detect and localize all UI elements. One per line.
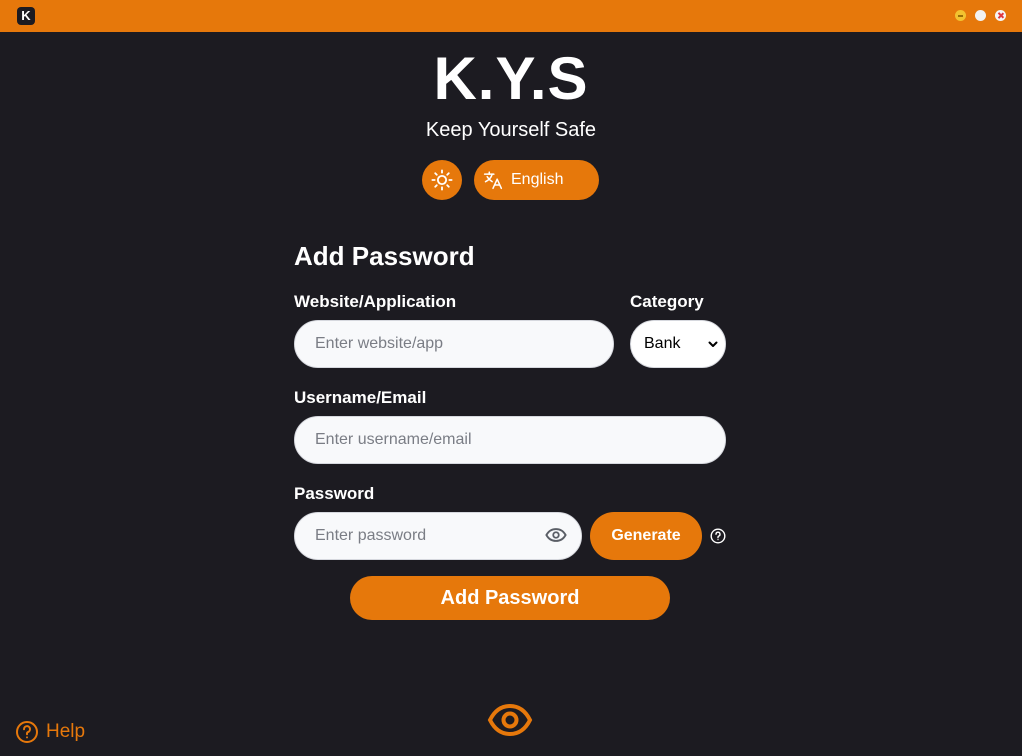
website-placeholder: Enter website/app: [315, 335, 444, 352]
language-label: English: [511, 171, 564, 188]
show-password-eye-icon[interactable]: [545, 527, 567, 543]
minimize-button[interactable]: [955, 10, 966, 21]
generate-button[interactable]: Generate: [590, 512, 702, 560]
category-select[interactable]: Bank: [630, 320, 726, 368]
help-link[interactable]: Help: [15, 720, 85, 744]
close-button[interactable]: [995, 10, 1006, 21]
eye-icon[interactable]: [487, 702, 533, 738]
question-circle-icon: [16, 721, 38, 743]
app-tagline: Keep Yourself Safe: [425, 119, 597, 141]
help-label: Help: [46, 721, 86, 742]
language-button[interactable]: English: [474, 160, 599, 200]
add-password-button[interactable]: Add Password: [350, 576, 670, 620]
password-label: Password: [294, 484, 375, 503]
app-logo: K.Y.S: [433, 45, 589, 112]
password-placeholder: Enter password: [315, 527, 427, 544]
question-circle-icon[interactable]: [710, 528, 726, 544]
translate-icon: [483, 171, 503, 190]
category-label: Category: [630, 292, 704, 311]
form-title: Add Password: [294, 241, 475, 271]
theme-toggle-button[interactable]: [422, 160, 462, 200]
username-label: Username/Email: [294, 388, 427, 407]
sun-icon: [431, 169, 453, 191]
app-icon: K: [17, 7, 35, 25]
title-bar: K: [0, 0, 1022, 32]
password-input[interactable]: Enter password: [294, 512, 582, 560]
chevron-down-icon: [708, 341, 718, 347]
maximize-button[interactable]: [975, 10, 986, 21]
website-label: Website/Application: [294, 292, 457, 311]
category-selected-value: Bank: [644, 335, 681, 352]
username-placeholder: Enter username/email: [315, 431, 472, 448]
website-input[interactable]: Enter website/app: [294, 320, 614, 368]
username-input[interactable]: Enter username/email: [294, 416, 726, 464]
